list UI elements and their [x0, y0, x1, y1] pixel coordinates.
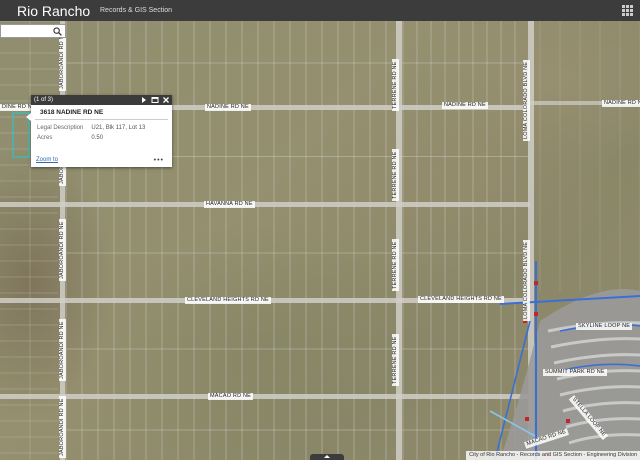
close-icon[interactable] — [162, 96, 170, 104]
hydrant-marker — [566, 419, 570, 423]
attribute-label: Acres — [37, 135, 53, 141]
road-label-macao: MACAO RD NE — [208, 393, 254, 400]
app-title: Rio Rancho — [17, 2, 91, 19]
road-label-jaboro-5: JABOROANDI RD NE — [59, 396, 66, 458]
search-icon[interactable] — [53, 27, 62, 36]
road-label-terrene-3: TERRENE RD NE — [392, 239, 399, 291]
road-label-loma-1: LOMA COLORADO BLVD NE — [523, 59, 530, 141]
attribute-value: U21, Blk 117, Lot 13 — [91, 125, 146, 131]
next-feature-icon[interactable] — [140, 96, 148, 104]
search-box — [0, 24, 66, 43]
chevron-up-icon — [324, 455, 330, 458]
grid-menu-icon[interactable] — [622, 5, 634, 17]
road-label-cleveland-2: CLEVELAND HEIGHTS RD NE — [418, 296, 504, 303]
road-label-jaboro-3: JABOROANDI RD NE — [59, 219, 66, 281]
attribute-value: 0.50 — [91, 135, 104, 141]
road-label-summit: SUMMIT PARK RD NE — [543, 369, 607, 376]
popup-counter: (1 of 3) — [34, 97, 54, 103]
more-options-icon[interactable]: ••• — [154, 157, 164, 164]
parcel-popup: (1 of 3) 3618 NADINE RD NE Legal Descrip… — [26, 95, 172, 167]
road-label-jaboro-4: JABOROANDI RD NE — [59, 319, 66, 381]
map-attribution: City of Rio Rancho - Records and GIS Sec… — [466, 451, 640, 460]
road — [0, 202, 530, 207]
road-label-terrene-4: TERRENE RD NE — [392, 334, 399, 386]
footer-toggle-button[interactable] — [310, 454, 344, 460]
search-input[interactable] — [1, 30, 51, 43]
road — [0, 394, 530, 399]
app-header: Rio Rancho Records & GIS Section — [0, 0, 640, 21]
road-label-nadine: NADINE RD NE — [205, 104, 251, 111]
attribute-label: Legal Description — [37, 125, 84, 131]
popup-pointer — [26, 113, 31, 121]
road-label-terrene-1: TERRENE RD NE — [392, 59, 399, 111]
road-label-nadine-2: NADINE RD NE — [442, 102, 488, 109]
parcel-layer — [0, 21, 640, 460]
zoom-to-link[interactable]: Zoom to — [36, 157, 58, 164]
popup-attributes: Legal Description U21, Blk 117, Lot 13 A… — [37, 123, 145, 143]
popup-title: 3618 NADINE RD NE — [35, 105, 168, 120]
road-label-terrene-2: TERRENE RD NE — [392, 149, 399, 201]
road-label-jaboro-1: JABOROANDI RD NE — [59, 29, 66, 91]
road-label-havanna: HAVANNA RD NE — [204, 201, 255, 208]
map-view[interactable]: DINE RD NE NADINE RD NE NADINE RD NE NAD… — [0, 21, 640, 460]
app-subtitle: Records & GIS Section — [100, 7, 172, 14]
attribute-row: Legal Description U21, Blk 117, Lot 13 — [37, 123, 145, 133]
hydrant-marker — [534, 281, 538, 285]
hydrant-marker — [525, 417, 529, 421]
hydrant-marker — [534, 312, 538, 316]
popup-header: (1 of 3) — [31, 95, 172, 105]
road-label-loma-2: LOMA COLORADO BLVD NE — [523, 239, 530, 321]
road-label-skyline: SKYLINE LOOP NE — [576, 323, 633, 330]
road-label-nadine-3: NADINE RD NE — [602, 100, 640, 107]
road-label-cleveland: CLEVELAND HEIGHTS RD NE — [185, 297, 271, 304]
attribute-row: Acres 0.50 — [37, 133, 145, 143]
maximize-icon[interactable] — [151, 96, 159, 104]
